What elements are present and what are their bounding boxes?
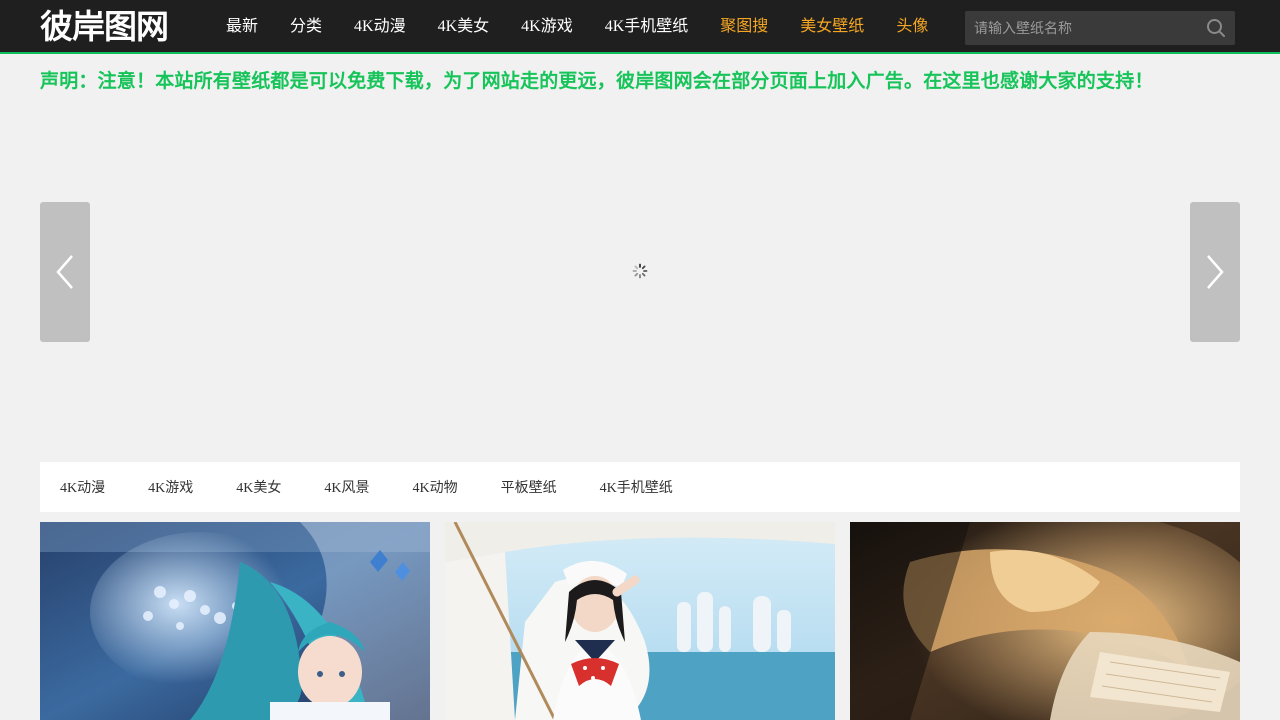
nav-item-avatar[interactable]: 头像 — [880, 0, 944, 54]
nav-item-categories[interactable]: 分类 — [274, 0, 338, 54]
loading-spinner-icon — [632, 263, 648, 279]
category-4k-anime[interactable]: 4K动漫 — [60, 477, 105, 497]
site-notice: 声明：注意！本站所有壁纸都是可以免费下载，为了网站走的更远，彼岸图网会在部分页面… — [40, 71, 1154, 92]
category-4k-beauty[interactable]: 4K美女 — [236, 477, 281, 497]
search-input[interactable] — [965, 11, 1195, 45]
wallpaper-thumbnail[interactable] — [445, 522, 835, 720]
wallpaper-grid — [40, 522, 1240, 720]
slider-prev-button[interactable] — [40, 202, 90, 342]
site-logo[interactable]: 彼岸图网 — [40, 8, 182, 46]
wallpaper-thumbnail[interactable] — [850, 522, 1240, 720]
banner-slider — [40, 100, 1240, 444]
category-bar: 4K动漫 4K游戏 4K美女 4K风景 4K动物 平板壁纸 4K手机壁纸 — [40, 462, 1240, 512]
main-nav: 最新 分类 4K动漫 4K美女 4K游戏 4K手机壁纸 聚图搜 美女壁纸 头像 — [210, 0, 944, 54]
chevron-right-icon — [1207, 255, 1224, 289]
nav-item-4k-beauty[interactable]: 4K美女 — [422, 0, 506, 54]
wallpaper-image — [850, 522, 1240, 720]
wallpaper-thumbnail[interactable] — [40, 522, 430, 720]
search-box — [965, 11, 1235, 45]
search-icon[interactable] — [1205, 17, 1227, 39]
category-4k-mobile[interactable]: 4K手机壁纸 — [600, 477, 673, 497]
wallpaper-image — [445, 522, 835, 720]
nav-item-4k-anime[interactable]: 4K动漫 — [338, 0, 422, 54]
category-4k-scenery[interactable]: 4K风景 — [324, 477, 369, 497]
nav-item-4k-games[interactable]: 4K游戏 — [505, 0, 589, 54]
category-4k-animals[interactable]: 4K动物 — [413, 477, 458, 497]
nav-item-beauty-wallpaper[interactable]: 美女壁纸 — [784, 0, 880, 54]
chevron-left-icon — [56, 255, 73, 289]
slider-next-button[interactable] — [1190, 202, 1240, 342]
site-header: 彼岸图网 最新 分类 4K动漫 4K美女 4K游戏 4K手机壁纸 聚图搜 美女壁… — [0, 0, 1280, 54]
wallpaper-image — [40, 522, 430, 720]
nav-item-latest[interactable]: 最新 — [210, 0, 274, 54]
category-4k-games[interactable]: 4K游戏 — [148, 477, 193, 497]
nav-item-4k-mobile[interactable]: 4K手机壁纸 — [589, 0, 705, 54]
category-tablet[interactable]: 平板壁纸 — [501, 477, 557, 497]
nav-item-image-search[interactable]: 聚图搜 — [704, 0, 784, 54]
